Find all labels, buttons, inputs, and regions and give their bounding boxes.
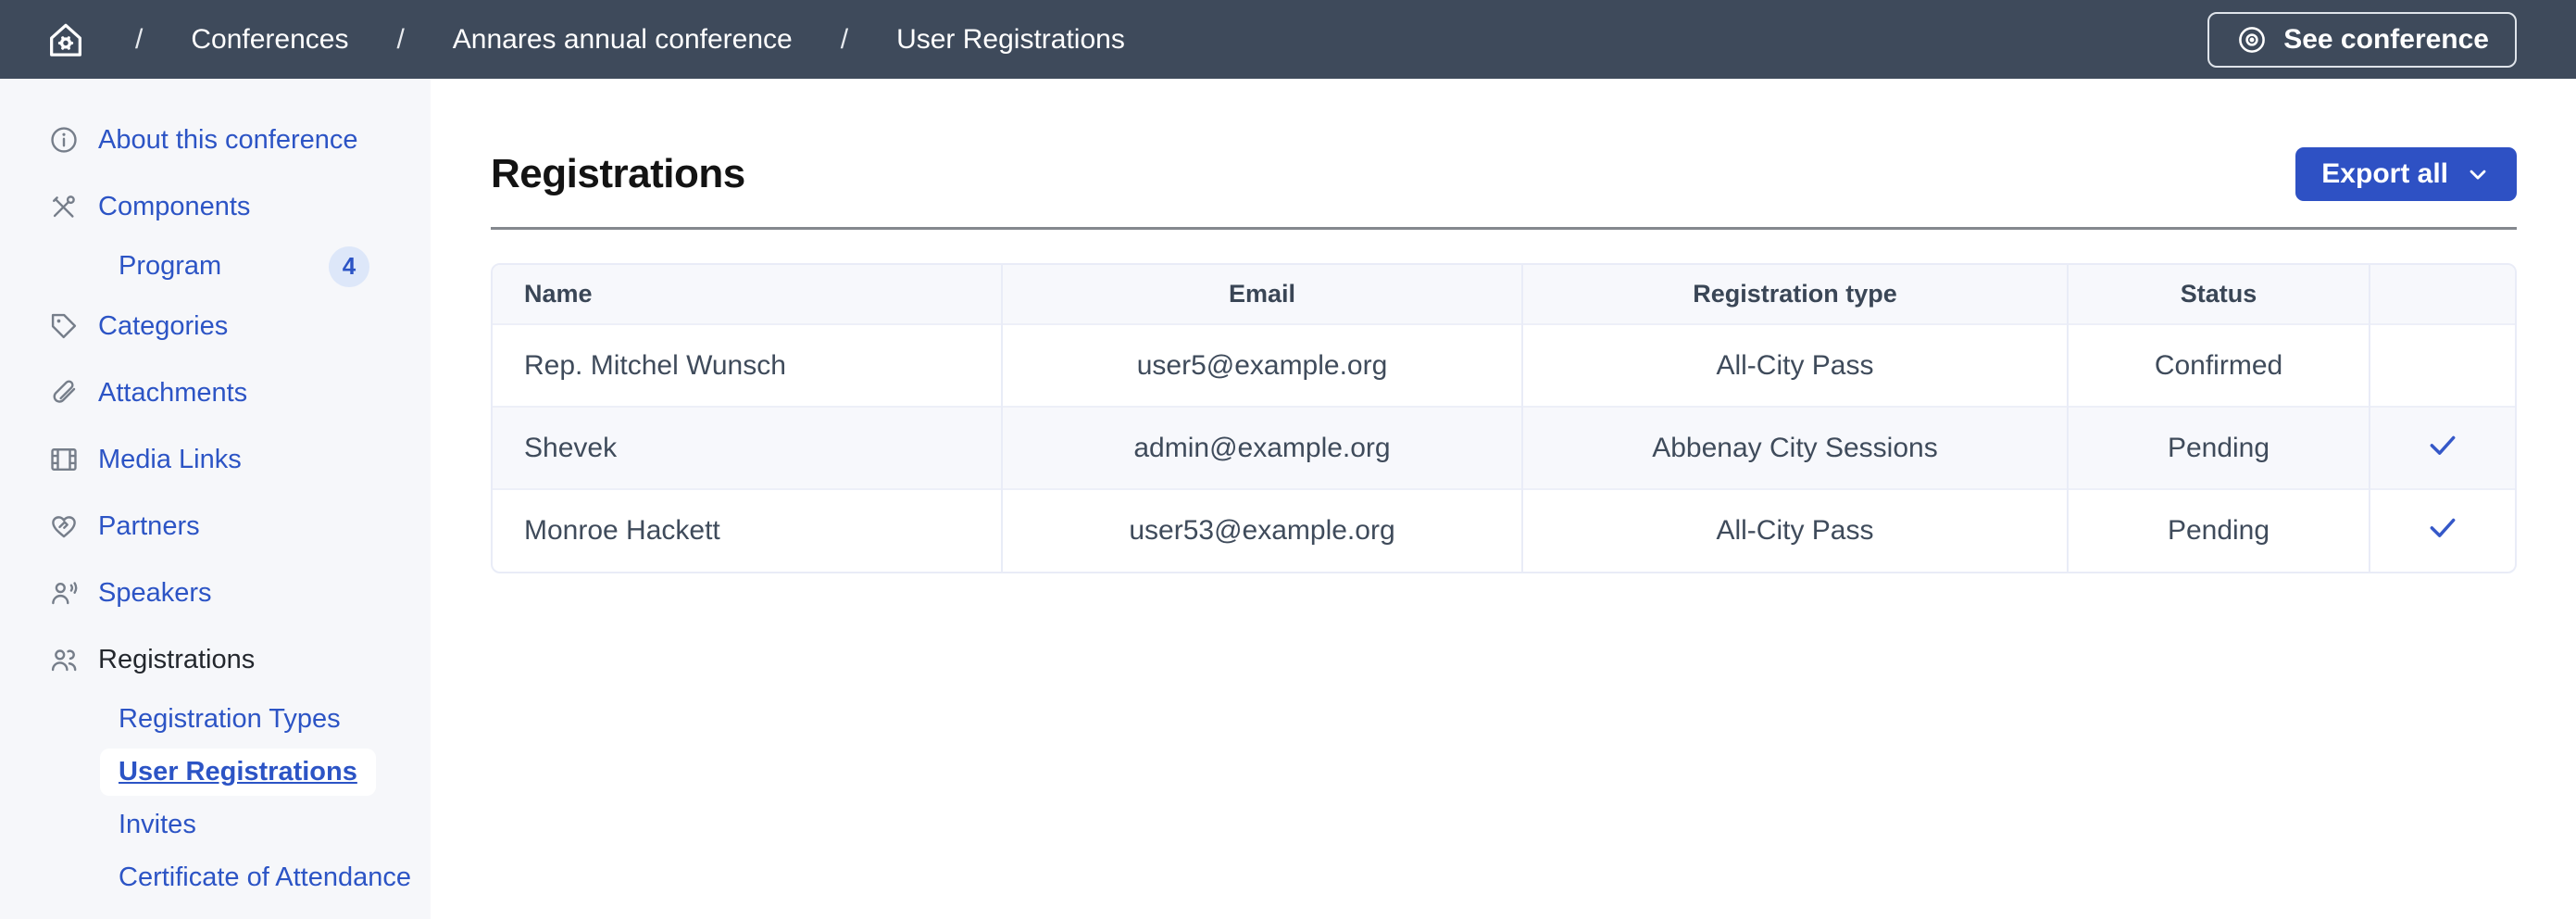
column-header-actions: [2370, 265, 2515, 324]
sidebar-item-registration-types[interactable]: Registration Types: [0, 693, 431, 746]
breadcrumb: / Conferences / Annares annual conferenc…: [44, 19, 1125, 61]
sidebar-item-label: Partners: [98, 511, 200, 542]
see-conference-button[interactable]: See conference: [2207, 12, 2517, 68]
see-conference-label: See conference: [2283, 24, 2489, 56]
check-icon: [2424, 426, 2461, 463]
breadcrumb-home-link[interactable]: [44, 19, 87, 61]
table-row: Shevek admin@example.org Abbenay City Se…: [493, 407, 2515, 489]
name-cell: Monroe Hackett: [493, 489, 1002, 572]
name-cell: Rep. Mitchel Wunsch: [493, 324, 1002, 407]
chevron-down-icon: [2465, 161, 2491, 187]
breadcrumb-separator: /: [841, 24, 848, 56]
action-cell: [2370, 407, 2515, 489]
registration-type-cell: All-City Pass: [1522, 489, 2069, 572]
action-cell: [2370, 489, 2515, 572]
sidebar-item-media-links[interactable]: Media Links: [0, 426, 431, 493]
registration-type-cell: All-City Pass: [1522, 324, 2069, 407]
breadcrumb-item-conference-name[interactable]: Annares annual conference: [453, 24, 793, 56]
column-header-name: Name: [493, 265, 1002, 324]
page-title: Registrations: [491, 151, 745, 197]
confirm-registration-button[interactable]: [2424, 509, 2461, 546]
sidebar-item-attachments[interactable]: Attachments: [0, 359, 431, 426]
eye-icon: [2235, 23, 2269, 57]
sidebar-item-registrations[interactable]: Registrations: [0, 626, 431, 693]
sidebar-item-categories[interactable]: Categories: [0, 293, 431, 359]
sidebar-item-label: Registrations: [98, 645, 255, 675]
column-header-status: Status: [2068, 265, 2369, 324]
status-cell: Confirmed: [2068, 324, 2369, 407]
export-all-button[interactable]: Export all: [2295, 147, 2517, 201]
active-item-pill: User Registrations: [100, 749, 376, 796]
sidebar-item-label: Components: [98, 192, 250, 222]
email-cell: user5@example.org: [1002, 324, 1521, 407]
tools-icon: [48, 191, 80, 222]
heart-hands-icon: [48, 510, 80, 542]
sidebar-item-program[interactable]: Program 4: [0, 240, 431, 293]
sidebar-item-label: Media Links: [98, 445, 242, 475]
section-divider: [491, 227, 2517, 230]
email-cell: user53@example.org: [1002, 489, 1521, 572]
column-header-registration-type: Registration type: [1522, 265, 2069, 324]
table-header-row: Name Email Registration type Status: [493, 265, 2515, 324]
breadcrumb-item-current: User Registrations: [896, 24, 1125, 56]
sidebar-item-speakers[interactable]: Speakers: [0, 560, 431, 626]
sidebar-item-label: User Registrations: [119, 757, 357, 787]
table-row: Rep. Mitchel Wunsch user5@example.org Al…: [493, 324, 2515, 407]
registration-type-cell: Abbenay City Sessions: [1522, 407, 2069, 489]
column-header-email: Email: [1002, 265, 1521, 324]
program-count-badge: 4: [329, 246, 369, 287]
status-cell: Pending: [2068, 489, 2369, 572]
registrations-table: Name Email Registration type Status Rep.…: [491, 263, 2517, 573]
breadcrumb-separator: /: [396, 24, 404, 56]
sidebar-item-about-this-conference[interactable]: About this conference: [0, 107, 431, 173]
action-cell: [2370, 324, 2515, 407]
check-icon: [2424, 509, 2461, 546]
sidebar-item-label: Certificate of Attendance: [119, 862, 411, 893]
paperclip-icon: [48, 377, 80, 409]
sidebar-item-label: Attachments: [98, 378, 247, 409]
sidebar-item-certificate-of-attendance[interactable]: Certificate of Attendance: [0, 851, 431, 904]
export-all-label: Export all: [2321, 158, 2448, 190]
status-cell: Pending: [2068, 407, 2369, 489]
tag-icon: [48, 310, 80, 342]
sidebar-item-label: Invites: [119, 810, 196, 840]
info-icon: [48, 124, 80, 156]
name-cell: Shevek: [493, 407, 1002, 489]
film-icon: [48, 444, 80, 475]
table-row: Monroe Hackett user53@example.org All-Ci…: [493, 489, 2515, 572]
sidebar: About this conference Components Program…: [0, 79, 431, 919]
sidebar-item-components[interactable]: Components: [0, 173, 431, 240]
topbar: / Conferences / Annares annual conferenc…: [0, 0, 2576, 79]
breadcrumb-item-conferences[interactable]: Conferences: [191, 24, 348, 56]
user-voice-icon: [48, 577, 80, 609]
breadcrumb-separator: /: [135, 24, 143, 56]
main-header: Registrations Export all: [491, 147, 2517, 201]
home-gear-icon: [44, 19, 87, 61]
main-content: Registrations Export all Name Email Reg: [431, 79, 2576, 919]
sidebar-item-invites[interactable]: Invites: [0, 799, 431, 851]
confirm-registration-button[interactable]: [2424, 426, 2461, 463]
sidebar-item-label: Speakers: [98, 578, 212, 609]
app-window: / Conferences / Annares annual conferenc…: [0, 0, 2576, 919]
sidebar-item-label: Categories: [98, 311, 228, 342]
sidebar-item-label: Registration Types: [119, 704, 341, 735]
sidebar-item-partners[interactable]: Partners: [0, 493, 431, 560]
email-cell: admin@example.org: [1002, 407, 1521, 489]
sidebar-item-user-registrations[interactable]: User Registrations: [0, 746, 431, 799]
sidebar-item-label: About this conference: [98, 125, 358, 156]
sidebar-item-label: Program: [119, 251, 221, 282]
group-icon: [48, 644, 80, 675]
